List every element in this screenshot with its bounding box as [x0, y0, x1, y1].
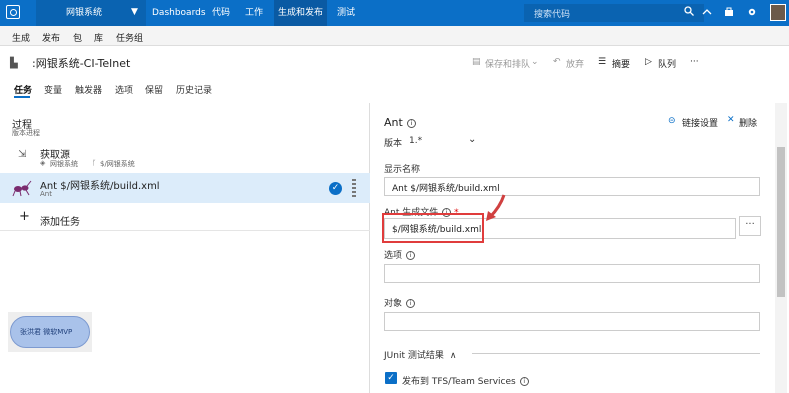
branch-icon: ᚴ — [92, 159, 97, 167]
display-name-field[interactable]: Ant $/网银系统/build.xml — [384, 177, 760, 196]
get-sources-path: $/网银系统 — [100, 160, 135, 168]
build-definition-icon: ▙ — [10, 58, 18, 69]
subnav-taskgroups[interactable]: 任务组 — [116, 31, 143, 44]
watermark-text: 张洪君 微软MVP — [20, 328, 73, 336]
tab-options[interactable]: 选项 — [115, 83, 133, 96]
browse-button[interactable]: ··· — [739, 216, 761, 236]
expand-icon[interactable] — [702, 7, 712, 17]
definition-title[interactable]: :网银系统-CI-Telnet — [32, 55, 130, 71]
queue-button[interactable]: 队列 — [658, 57, 676, 70]
tab-triggers[interactable]: 触发器 — [75, 83, 102, 96]
marketplace-icon[interactable] — [724, 7, 734, 17]
ant-task-subtitle: Ant — [40, 190, 52, 198]
nav-build-release[interactable]: 生成和发布 — [274, 0, 328, 26]
more-button[interactable]: ··· — [690, 57, 699, 67]
drag-handle-icon[interactable] — [352, 179, 356, 197]
annotation-arrow-icon — [486, 194, 506, 221]
chevron-down-icon[interactable]: ▼ — [131, 7, 138, 17]
targets-label: 对象 i — [384, 296, 416, 309]
chevron-down-icon[interactable]: ⌄ — [468, 134, 476, 145]
version-label: 版本 — [384, 139, 403, 149]
gear-icon[interactable] — [747, 7, 757, 17]
project-selector[interactable]: 网银系统 — [36, 0, 146, 26]
highlight-box — [382, 213, 484, 243]
nav-work[interactable]: 工作 — [241, 0, 267, 26]
ant-task-title: Ant $/网银系统/build.xml — [40, 181, 160, 192]
chevron-up-icon: ∧ — [449, 351, 457, 361]
targets-field[interactable] — [384, 312, 760, 331]
discard-button[interactable]: 放弃 — [566, 57, 584, 70]
close-icon: ✕ — [727, 115, 735, 125]
nav-code[interactable]: 代码 — [208, 0, 234, 26]
info-icon: i — [519, 377, 529, 386]
delete-button[interactable]: 删除 — [739, 116, 757, 129]
tab-retention[interactable]: 保留 — [145, 83, 163, 96]
summary-icon: ☰ — [598, 57, 607, 67]
junit-section-header[interactable]: JUnit 测试结果 ∧ — [384, 348, 456, 361]
avatar[interactable] — [770, 4, 786, 21]
get-sources-repo: 网银系统 — [50, 160, 78, 168]
vsts-logo-icon[interactable] — [6, 5, 20, 19]
chevron-down-icon[interactable]: ⌄ — [531, 57, 539, 67]
plus-icon: + — [19, 209, 30, 224]
subnav-build[interactable]: 生成 — [12, 31, 30, 44]
info-icon: i — [406, 119, 416, 128]
sub-nav: 生成 发布 包 库 任务组 — [0, 26, 789, 46]
play-icon: ▷ — [645, 57, 652, 67]
tab-history[interactable]: 历史记录 — [176, 83, 212, 96]
save-icon: ▤ — [472, 57, 481, 67]
search-icon[interactable] — [684, 6, 694, 16]
tab-tasks[interactable]: 任务 — [14, 83, 32, 96]
add-task-label: 添加任务 — [40, 217, 80, 228]
add-task-row[interactable]: + 添加任务 — [0, 205, 370, 231]
task-detail-title: Ant i — [384, 116, 416, 129]
section-divider — [472, 353, 760, 354]
ant-icon — [12, 180, 32, 197]
scrollbar-thumb[interactable] — [777, 147, 785, 297]
info-icon: i — [406, 251, 416, 260]
active-tab-indicator — [14, 96, 30, 98]
nav-dashboards[interactable]: Dashboards — [148, 0, 210, 26]
task-detail-pane: Ant i 版本 1.* ⌄ ⊝ 链接设置 ✕ 删除 显示名称 Ant $/网银系… — [371, 103, 789, 393]
nav-test[interactable]: 测试 — [333, 0, 359, 26]
definition-header: ▙ :网银系统-CI-Telnet ▤ 保存和排队 ⌄ ↶ 放弃 ☰ 摘要 ▷ … — [0, 48, 789, 76]
subnav-release[interactable]: 发布 — [42, 31, 60, 44]
project-name: 网银系统 — [66, 8, 103, 18]
info-icon: i — [406, 299, 416, 308]
display-name-label: 显示名称 — [384, 165, 421, 175]
scrollbar[interactable] — [775, 103, 787, 393]
get-sources-icon: ⇲ — [18, 149, 27, 160]
subnav-package[interactable]: 包 — [73, 31, 82, 44]
get-sources-row[interactable]: ⇲ 获取源 ◈ 网银系统 ᚴ $/网银系统 — [0, 143, 370, 173]
publish-label: 发布到 TFS/Team Services i — [402, 374, 529, 387]
options-field[interactable] — [384, 264, 760, 283]
top-bar: 网银系统 ▼ Dashboards 代码 工作 生成和发布 测试 搜索代码 — [0, 0, 789, 26]
ant-task-row[interactable]: Ant $/网银系统/build.xml Ant ✓ — [0, 173, 370, 203]
link-icon: ⊝ — [668, 116, 676, 126]
tab-variables[interactable]: 变量 — [44, 83, 62, 96]
subnav-library[interactable]: 库 — [94, 31, 103, 44]
watermark-image: 张洪君 微软MVP — [8, 312, 92, 352]
link-settings-button[interactable]: 链接设置 — [682, 116, 718, 129]
search-input[interactable]: 搜索代码 — [524, 4, 704, 22]
repo-icon: ◈ — [40, 159, 46, 167]
options-label: 选项 i — [384, 248, 416, 261]
save-and-queue-button[interactable]: 保存和排队 — [485, 57, 530, 70]
version-select[interactable]: 1.* — [409, 136, 422, 146]
enabled-check-icon[interactable]: ✓ — [329, 182, 342, 195]
summary-button[interactable]: 摘要 — [612, 57, 630, 70]
process-subtitle: 版本进程 — [12, 129, 40, 137]
undo-icon: ↶ — [553, 57, 561, 67]
search-placeholder: 搜索代码 — [534, 10, 571, 20]
publish-checkbox[interactable]: ✓ — [385, 372, 397, 384]
